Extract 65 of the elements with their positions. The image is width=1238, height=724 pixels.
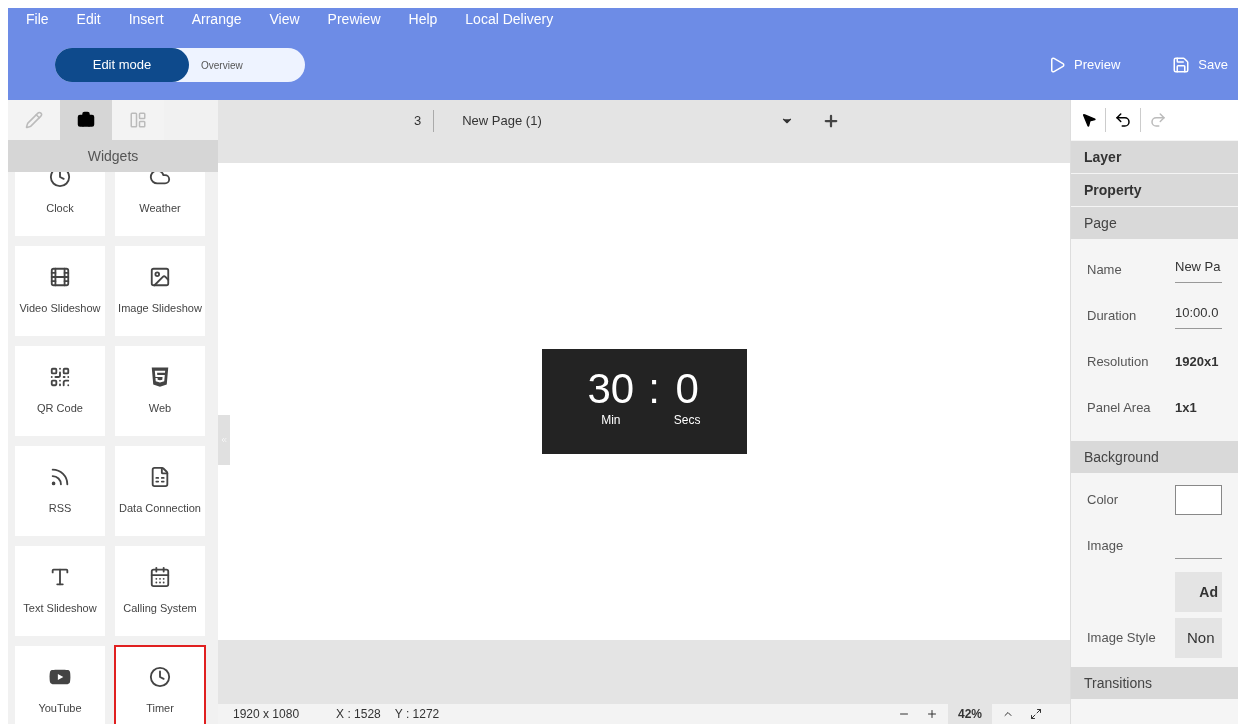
section-header: Page — [1071, 207, 1238, 239]
field-label: Resolution — [1087, 353, 1150, 372]
field-label: Panel Area — [1087, 399, 1152, 418]
timer-unit: Min — [601, 412, 621, 429]
timer-widget[interactable]: 30 Min : 0 Secs — [541, 349, 747, 454]
mode-tab[interactable]: Overview — [189, 48, 305, 82]
briefcase-icon — [77, 111, 95, 129]
color-swatch[interactable] — [1175, 485, 1222, 515]
text-field[interactable]: New Pa — [1175, 257, 1222, 283]
panel-tab[interactable] — [60, 100, 112, 140]
section-header: Background — [1071, 441, 1238, 473]
y-coordinate: Y : 1272 — [394, 706, 440, 723]
zoom-level: 42% — [947, 704, 992, 724]
clock-icon — [149, 665, 171, 688]
play-icon — [1048, 56, 1067, 74]
text-field[interactable]: 10:00.0 — [1175, 303, 1222, 329]
widget-tile[interactable]: RSS — [15, 446, 105, 536]
add-button[interactable]: Ad — [1175, 572, 1222, 612]
image-icon — [149, 265, 171, 288]
html5-icon — [149, 365, 171, 388]
widgets-header: Widgets — [8, 140, 218, 172]
widget-tile[interactable]: Data Connection — [115, 446, 205, 536]
select-field[interactable]: Non — [1175, 618, 1222, 658]
field-label: Color — [1087, 491, 1120, 510]
undo-icon — [1114, 111, 1132, 129]
resolution-text: 1920 x 1080 — [233, 706, 300, 723]
widget-tile[interactable]: Text Slideshow — [15, 546, 105, 636]
mode-tab[interactable]: Edit mode — [55, 48, 189, 82]
clock-icon — [49, 172, 71, 188]
layout-icon — [129, 111, 147, 129]
collapse-handle[interactable] — [218, 415, 230, 465]
zoom-in-icon — [925, 708, 938, 720]
widget-tile[interactable]: Web — [115, 346, 205, 436]
pencil-icon — [25, 111, 43, 129]
widget-tile[interactable]: Clock — [15, 172, 105, 236]
timer-minutes: 30 — [587, 367, 635, 411]
section-header[interactable]: Layer — [1071, 141, 1238, 173]
field-label: Image Style — [1087, 629, 1157, 648]
section-header[interactable]: Property — [1071, 174, 1238, 206]
page-select[interactable]: New Page (1) — [462, 110, 763, 132]
page-number: 3 — [414, 110, 435, 132]
qr-code-icon — [49, 365, 71, 388]
widget-tile[interactable]: Image Slideshow — [115, 246, 205, 336]
section-header: Transitions — [1071, 667, 1238, 699]
field-label: Duration — [1087, 307, 1138, 326]
x-coordinate: X : 1528 — [336, 706, 381, 723]
field-label: Name — [1087, 261, 1123, 280]
widget-tile[interactable]: QR Code — [15, 346, 105, 436]
timer-unit: Secs — [673, 412, 701, 429]
widget-tile[interactable]: Weather — [115, 172, 205, 236]
timer-separator: : — [648, 367, 660, 411]
widget-tile[interactable]: YouTube — [15, 646, 105, 724]
film-icon — [49, 265, 71, 288]
field-value: 1920x1 — [1175, 353, 1219, 372]
widget-tile[interactable]: Timer — [115, 646, 205, 724]
calendar-icon — [149, 565, 171, 588]
widget-tile[interactable]: Video Slideshow — [15, 246, 105, 336]
redo-icon — [1149, 111, 1167, 129]
field-value: 1x1 — [1175, 399, 1197, 418]
spreadsheet-icon — [149, 465, 171, 488]
field-label: Image — [1087, 537, 1125, 556]
timer-seconds: 0 — [675, 367, 699, 411]
widget-tile[interactable]: Calling System — [115, 546, 205, 636]
fullscreen-icon — [1030, 708, 1042, 720]
pointer-icon — [1081, 112, 1097, 128]
